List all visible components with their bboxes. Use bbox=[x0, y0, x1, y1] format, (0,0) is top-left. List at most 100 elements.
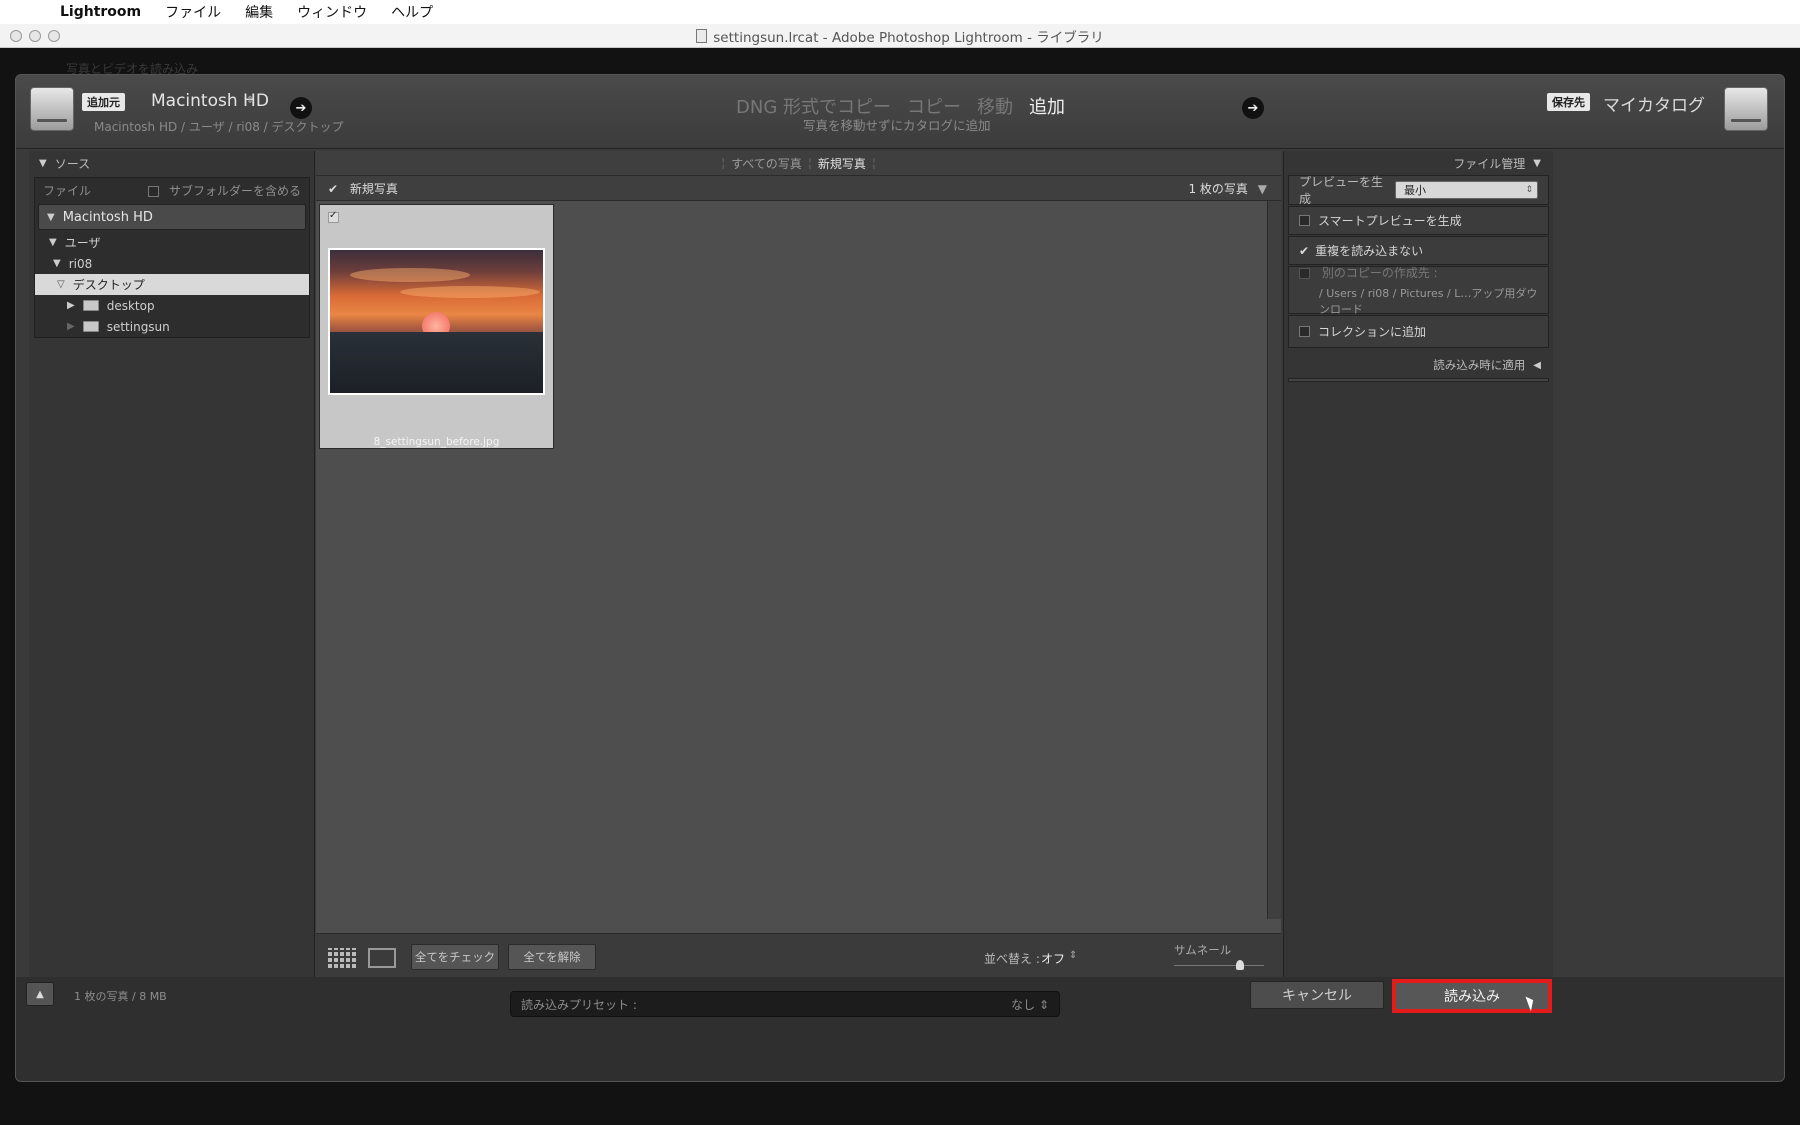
sort-dropdown-icon[interactable]: ⇕ bbox=[1069, 950, 1077, 961]
document-icon bbox=[696, 28, 708, 43]
expand-triangle-icon[interactable]: ◀ bbox=[1533, 360, 1541, 371]
smart-preview-row[interactable]: スマートプレビューを生成 bbox=[1288, 206, 1549, 235]
import-preset-select[interactable]: 読み込みプリセット : なし ⇕ bbox=[510, 991, 1060, 1017]
add-to-collection-checkbox[interactable] bbox=[1299, 326, 1310, 337]
add-to-collection-label: コレクションに追加 bbox=[1318, 325, 1427, 339]
include-subfolders-checkbox[interactable] bbox=[148, 185, 160, 197]
minimize-window-button[interactable] bbox=[29, 30, 41, 42]
expand-triangle-icon[interactable]: ▼ bbox=[47, 212, 55, 223]
apply-during-import-title: 読み込み時に適用 bbox=[1433, 358, 1526, 372]
import-footer: ▲ 1 枚の写真 / 8 MB 読み込みプリセット : なし ⇕ キャンセル 読… bbox=[16, 977, 1784, 1081]
source-panel: ▼ ソース ファイル サブフォルダーを含める ▼ Macintosh HD ▼ … bbox=[29, 151, 315, 977]
destination-name[interactable]: マイカタログ bbox=[1603, 91, 1705, 116]
add-to-collection-row[interactable]: コレクションに追加 bbox=[1288, 315, 1549, 348]
collapse-triangle-icon[interactable]: ▼ bbox=[1258, 182, 1267, 196]
menu-help[interactable]: ヘルプ bbox=[391, 2, 433, 22]
dont-import-duplicates-label: 重複を読み込まない bbox=[1315, 244, 1424, 258]
destination-disk-icon[interactable] bbox=[1724, 87, 1768, 131]
tree-item-label: ri08 bbox=[68, 256, 93, 271]
arrow-right-icon: ➔ bbox=[290, 97, 312, 119]
source-dropdown-icon[interactable]: ⇕ bbox=[246, 95, 254, 106]
menu-file[interactable]: ファイル bbox=[165, 2, 221, 22]
volume-label: Macintosh HD bbox=[62, 209, 153, 225]
import-preset-value-wrap: なし ⇕ bbox=[1011, 996, 1049, 1013]
volume-macintosh-hd[interactable]: ▼ Macintosh HD bbox=[38, 204, 306, 230]
tab-all-photos[interactable]: すべての写真 bbox=[731, 155, 802, 172]
expand-triangle-icon[interactable]: ▼ bbox=[49, 237, 57, 248]
collapse-triangle-icon[interactable]: ▼ bbox=[39, 158, 47, 169]
source-disk-icon[interactable] bbox=[30, 87, 74, 131]
folder-icon bbox=[82, 300, 99, 311]
tab-separator: ¦ bbox=[807, 156, 812, 170]
section-count-area: 1 枚の写真 ▼ bbox=[1188, 180, 1267, 197]
tree-item-label: デスクトップ bbox=[72, 278, 145, 292]
loupe-view-icon[interactable] bbox=[368, 948, 396, 968]
zoom-window-button[interactable] bbox=[48, 30, 60, 42]
expand-triangle-icon[interactable]: ▶ bbox=[67, 321, 75, 332]
second-copy-path: / Users / ri08 / Pictures / L…アップ用ダウンロード bbox=[1319, 286, 1538, 316]
slider-handle[interactable] bbox=[1236, 960, 1244, 970]
grid-view-icon[interactable] bbox=[328, 948, 356, 968]
sea-shape bbox=[330, 332, 543, 393]
tab-new-photos[interactable]: 新規写真 bbox=[818, 155, 866, 172]
tree-item-desktop-folder[interactable]: ▶ desktop bbox=[35, 295, 309, 316]
uncheck-all-button[interactable]: 全てを解除 bbox=[508, 944, 596, 970]
dont-import-duplicates-row[interactable]: ✔ 重複を読み込まない bbox=[1288, 236, 1549, 265]
tree-item-settingsun-folder[interactable]: ▶ settingsun bbox=[35, 316, 309, 337]
mode-add[interactable]: 追加 bbox=[1029, 93, 1065, 119]
window-title: settingsun.lrcat - Adobe Photoshop Light… bbox=[713, 29, 1104, 46]
cancel-button[interactable]: キャンセル bbox=[1250, 981, 1384, 1009]
smart-preview-checkbox[interactable] bbox=[1299, 215, 1310, 226]
file-handling-panel: ファイル管理 ▼ プレビューを生成 最小 スマートプレビューを生成 ✔ 重複を読… bbox=[1283, 151, 1553, 977]
preset-dropdown-icon[interactable]: ⇕ bbox=[1039, 998, 1049, 1012]
section-toggle[interactable]: ✔ 新規写真 bbox=[328, 180, 398, 197]
photo-filename: 8_settingsun_before.jpg bbox=[373, 436, 500, 448]
photo-thumbnail-cell[interactable]: 8_settingsun_before.jpg bbox=[319, 204, 554, 449]
source-path: Macintosh HD / ユーザ / ri08 / デスクトップ bbox=[94, 120, 344, 134]
second-copy-label: 別のコピーの作成先 : bbox=[1321, 265, 1438, 280]
collapse-up-icon[interactable]: ▲ bbox=[26, 982, 54, 1006]
tree-item-ri08[interactable]: ▼ ri08 bbox=[35, 253, 309, 274]
second-copy-checkbox[interactable] bbox=[1299, 267, 1310, 279]
menu-edit[interactable]: 編集 bbox=[245, 2, 273, 22]
folder-icon bbox=[82, 321, 99, 332]
collapse-triangle-icon[interactable]: ▼ bbox=[1533, 158, 1541, 169]
tree-item-desktop-selected[interactable]: ▽ デスクトップ bbox=[35, 274, 309, 295]
import-preset-label: 読み込みプリセット : bbox=[521, 997, 637, 1012]
grid-scrollbar[interactable] bbox=[1267, 201, 1281, 919]
check-all-button[interactable]: 全てをチェック bbox=[411, 944, 499, 970]
file-handling-header[interactable]: ファイル管理 ▼ bbox=[1284, 151, 1553, 175]
close-window-button[interactable] bbox=[10, 30, 22, 42]
mode-subtitle: 写真を移動せずにカタログに追加 bbox=[803, 118, 991, 133]
tree-item-label: settingsun bbox=[106, 319, 170, 334]
check-icon[interactable]: ✔ bbox=[1299, 244, 1309, 258]
destination-tag: 保存先 bbox=[1547, 93, 1590, 111]
expand-triangle-icon[interactable]: ▽ bbox=[57, 279, 65, 290]
import-header: 追加元 Macintosh HD ⇕ Macintosh HD / ユーザ / … bbox=[16, 75, 1784, 149]
expand-triangle-icon[interactable]: ▼ bbox=[53, 258, 61, 269]
thumbnail-size-label: サムネール bbox=[1174, 943, 1232, 957]
import-preset-value: なし bbox=[1011, 997, 1036, 1012]
sunset-photo-thumbnail[interactable] bbox=[328, 248, 545, 395]
menu-app[interactable]: Lightroom bbox=[60, 4, 141, 20]
menu-window[interactable]: ウィンドウ bbox=[297, 2, 367, 22]
grid-section-header: ✔ 新規写真 1 枚の写真 ▼ bbox=[316, 176, 1281, 201]
window-titlebar: settingsun.lrcat - Adobe Photoshop Light… bbox=[0, 24, 1800, 48]
photo-checkbox[interactable] bbox=[328, 210, 339, 223]
sort-select[interactable]: オフ bbox=[1041, 950, 1065, 967]
source-panel-header[interactable]: ▼ ソース bbox=[29, 151, 314, 175]
include-subfolders-toggle[interactable]: サブフォルダーを含める bbox=[148, 182, 301, 199]
build-previews-row: プレビューを生成 最小 bbox=[1288, 175, 1549, 206]
smart-preview-label: スマートプレビューを生成 bbox=[1318, 214, 1462, 228]
second-copy-line: 別のコピーの作成先 : bbox=[1299, 264, 1438, 281]
apply-during-import-header[interactable]: 読み込み時に適用 ◀ bbox=[1284, 354, 1553, 376]
expand-triangle-icon[interactable]: ▶ bbox=[67, 300, 75, 311]
photo-count: 1 枚の写真 bbox=[1188, 181, 1248, 196]
second-copy-row[interactable]: 別のコピーの作成先 : / Users / ri08 / Pictures / … bbox=[1288, 264, 1549, 316]
tree-item-users[interactable]: ▼ ユーザ bbox=[35, 232, 309, 253]
tab-separator: ¦ bbox=[871, 156, 876, 170]
cloud-shape bbox=[350, 268, 470, 282]
check-icon[interactable]: ✔ bbox=[328, 182, 338, 196]
thumbnail-size-slider[interactable] bbox=[1174, 965, 1264, 966]
build-previews-select[interactable]: 最小 bbox=[1395, 181, 1538, 199]
